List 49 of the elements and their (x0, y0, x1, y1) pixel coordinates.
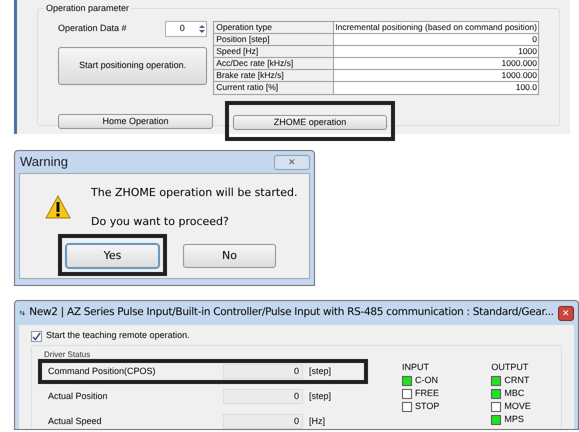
readout-field: 0 (223, 414, 303, 429)
signal-label: MOVE (504, 400, 531, 413)
checkbox[interactable] (31, 330, 42, 342)
dialog-button[interactable]: Yes (66, 244, 159, 268)
table-cell-text: 1000 (517, 46, 538, 57)
number-spinner[interactable]: 0 (165, 21, 208, 37)
message-text: The ZHOME operation will be started. (91, 185, 298, 201)
close-button[interactable]: ✕ (558, 306, 574, 320)
warning-icon (45, 195, 71, 219)
table-cell-text: 1000.000 (500, 58, 538, 69)
close-button[interactable]: ✕ (274, 154, 310, 170)
table-cell-text: 100.0 (514, 82, 538, 94)
table-cell: Acc/Dec rate [kHz/s] (214, 58, 334, 69)
question-text: Do you want to proceed? (91, 214, 230, 230)
unit-label: [step] (309, 364, 332, 378)
table-cell: Speed [Hz] (214, 46, 334, 57)
spinner-arrows-icon (198, 23, 206, 35)
dialog-button[interactable]: No (183, 244, 276, 268)
table-cell: Position [step] (214, 34, 334, 45)
field-label: Actual Speed (48, 414, 103, 428)
readout-field: 0 (223, 389, 303, 404)
signal-label: C-ON (415, 374, 438, 387)
field-label: Command Position(CPOS) (48, 364, 157, 378)
table-cell-text: 1000.000 (500, 70, 538, 81)
zhome-operation-button[interactable]: ZHOME operation (233, 115, 387, 130)
signal-label: FREE (415, 386, 440, 400)
unit-label: [Hz] (309, 414, 326, 428)
table-cell: Incremental positioning (based on command position) (334, 22, 538, 33)
column-title: OUTPUT (491, 361, 530, 374)
signal-label: STOP (415, 400, 440, 413)
signal-label: MPS (504, 412, 524, 426)
table-cell: Brake rate [kHz/s] (214, 70, 334, 81)
field-label: Actual Position (48, 390, 109, 403)
table-cell-text: 0 (531, 34, 538, 45)
table-cell: Current ratio [%] (214, 82, 334, 94)
unit-label: [step] (309, 390, 332, 403)
home-operation-button[interactable]: Home Operation (58, 114, 213, 128)
window-title: Warning (19, 153, 68, 172)
table-cell: Operation type (214, 22, 334, 33)
signal-label: MBC (504, 386, 524, 400)
column-title: INPUT (402, 361, 430, 374)
signal-label: CRNT (504, 374, 530, 387)
group-title: Operation parameter (44, 2, 132, 14)
group-title: Driver Status (44, 350, 92, 359)
readout-field: 0 (223, 364, 303, 379)
field-label: Operation Data # (58, 22, 127, 36)
start-positioning-button[interactable]: Start positioning operation. (58, 47, 208, 85)
checkbox-label: Start the teaching remote operation. (46, 329, 190, 342)
window-title: New2 | AZ Series Pulse Input/Built-in Controller/Pulse Input with RS-485 communication : Standard/Gear... (29, 305, 554, 320)
